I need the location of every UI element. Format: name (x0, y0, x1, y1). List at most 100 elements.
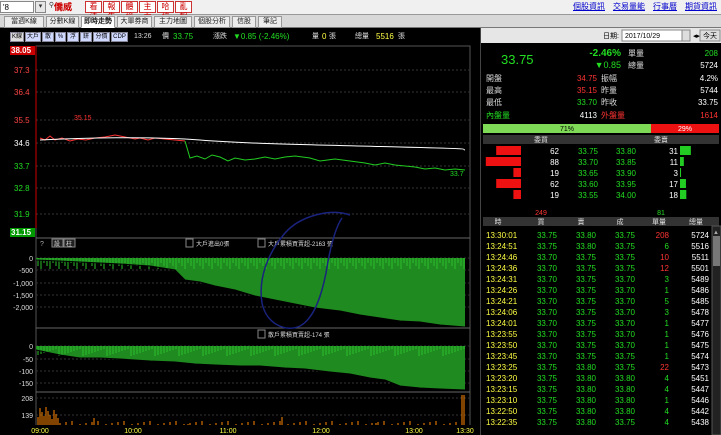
tick-deal: 33.75 (615, 264, 636, 273)
tick-time: 13:24:46 (486, 253, 518, 262)
chart-tool-button-0[interactable]: K線 (10, 32, 24, 42)
tick-bid: 33.75 (537, 396, 558, 405)
tick-time: 13:23:10 (486, 396, 518, 405)
scroll-up-icon: ▲ (713, 230, 719, 236)
ask-depth-bar (680, 157, 684, 166)
top-link-0[interactable]: 個股資訊 (573, 2, 605, 11)
tick-ask: 33.75 (576, 275, 597, 284)
tick-total-vol: 5476 (691, 330, 709, 339)
intraday-chart-area: 37.3 36.4 35.5 34.6 33.7 32.8 31.9 38.05 31.15 35… (0, 28, 476, 435)
toolbar-total-label: 總量 (355, 33, 369, 40)
tick-single-vol: 4 (665, 374, 670, 383)
time-axis-tick: 12:00 (312, 428, 330, 435)
average-price-line (39, 137, 466, 151)
tick-time: 13:23:45 (486, 352, 518, 361)
tick-total-vol: 5724 (691, 231, 709, 240)
chart-tool-button-7[interactable]: CDP (111, 32, 128, 42)
price-tick-label: 31.9 (14, 210, 30, 219)
chart-tool-button-5[interactable]: 鈃 (80, 32, 92, 42)
chart-tool-button-2[interactable]: 散 (42, 32, 54, 42)
tab-1[interactable]: 分數K線 (46, 16, 79, 28)
toolbar-change: ▼0.85 (-2.46%) (233, 32, 290, 41)
stat-label: 最低 (486, 97, 502, 107)
tick-deal: 33.70 (615, 275, 636, 284)
top-link-2[interactable]: 行事曆 (653, 2, 677, 11)
toolbar-total: 5516 (376, 32, 394, 41)
tick-time: 13:23:15 (486, 385, 518, 394)
action-button-3[interactable]: 主力 (139, 1, 156, 21)
time-axis-tick: 13:30 (456, 428, 474, 435)
tab-7[interactable]: 筆記 (258, 16, 282, 28)
tick-single-vol: 4 (665, 385, 670, 394)
tick-total-vol: 5486 (691, 286, 709, 295)
tick-ask: 33.75 (576, 341, 597, 350)
tick-single-vol: 208 (656, 231, 670, 240)
quote-panel: 日期: 2017/10/29 ◂▸ 今天 33.75 -2.46% ▼0.85 單量 208 總量… (480, 28, 721, 435)
tick-bid: 33.70 (537, 352, 558, 361)
book-bid-total: 249 (535, 210, 547, 217)
toolbar-vol: 0 (322, 32, 327, 41)
tick-deal: 33.70 (615, 341, 636, 350)
date-step-icon: ◂▸ (693, 33, 701, 40)
tab-0[interactable]: 當週K線 (4, 16, 44, 28)
today-label: 今天 (703, 31, 717, 40)
tab-5[interactable]: 個股分析 (194, 16, 230, 28)
bid-depth-bar (496, 146, 521, 155)
top-link-1[interactable]: 交易量能 (613, 2, 645, 11)
tab-4[interactable]: 主力地圖 (154, 16, 192, 28)
stat-value: 33.75 (698, 98, 719, 107)
price-tick-label: 33.7 (14, 162, 30, 171)
inner-pct: 71% (560, 126, 574, 133)
tick-single-vol: 3 (665, 275, 670, 284)
quote-panel-graphics: 日期: 2017/10/29 ◂▸ 今天 33.75 -2.46%▼0.85 單量 208 總量… (481, 28, 721, 435)
tick-header-bg (483, 217, 719, 226)
ask-depth-bar (680, 179, 686, 188)
ask-qty: 31 (669, 147, 678, 156)
time-axis-tick: 10:00 (124, 428, 142, 435)
tick-deal: 33.75 (615, 418, 636, 427)
inner-vol-label: 內盤量 (486, 110, 510, 120)
chart-tool-button-1[interactable]: 大戶 (25, 32, 41, 42)
tick-deal: 33.75 (615, 242, 636, 251)
symbol-input[interactable]: '8 (0, 1, 34, 13)
stat-value: 33.70 (577, 98, 598, 107)
tick-total-vol: 5447 (691, 385, 709, 394)
tick-ask: 33.75 (576, 297, 597, 306)
action-button-5[interactable]: 亂報 (175, 1, 192, 21)
tick-bid: 33.70 (537, 253, 558, 262)
chart-tool-button-4[interactable]: 浮 (67, 32, 79, 42)
tick-ask: 33.75 (576, 286, 597, 295)
tick-single-vol: 1 (665, 396, 670, 405)
tick-ask: 33.75 (576, 330, 597, 339)
chart-tool-button-6[interactable]: 分價 (93, 32, 110, 42)
action-button-1[interactable]: 報告 (103, 1, 120, 21)
tick-total-vol: 5438 (691, 418, 709, 427)
total-vol: 5724 (700, 61, 718, 70)
date-label: 日期: (603, 32, 619, 40)
tab-6[interactable]: 信股 (232, 16, 256, 28)
intraday-chart: 37.3 36.4 35.5 34.6 33.7 32.8 31.9 38.05 31.15 35… (0, 45, 476, 435)
toolbar-total-unit: 張 (398, 33, 405, 40)
tick-total-vol: 5516 (691, 242, 709, 251)
tick-bid: 33.70 (537, 341, 558, 350)
help-icon (257, 329, 266, 339)
ask-price: 33.95 (616, 180, 637, 189)
action-button-2[interactable]: 體檢 (121, 1, 138, 21)
tick-total-vol: 5489 (691, 275, 709, 284)
action-button-4[interactable]: 哈拉 (157, 1, 174, 21)
bid-qty: 88 (550, 158, 559, 167)
tick-total-vol: 5442 (691, 407, 709, 416)
tick-ask: 33.80 (576, 374, 597, 383)
tab-2[interactable]: 即時走勢 (81, 16, 115, 28)
top-link-3[interactable]: 期貨資訊 (685, 2, 717, 11)
tick-deal: 33.80 (615, 407, 636, 416)
tick-ask: 33.75 (576, 352, 597, 361)
action-button-0[interactable]: 看法 (85, 1, 102, 21)
retail-axis-tick: 0 (29, 344, 33, 351)
ask-depth-bar (680, 146, 691, 155)
tick-single-vol: 6 (665, 242, 670, 251)
price-tick-label: 35.5 (14, 116, 30, 125)
dropdown-arrow-icon[interactable]: ▾ (35, 1, 46, 13)
tab-3[interactable]: 大單券商 (117, 16, 152, 28)
chart-tool-button-3[interactable]: % (55, 32, 66, 42)
